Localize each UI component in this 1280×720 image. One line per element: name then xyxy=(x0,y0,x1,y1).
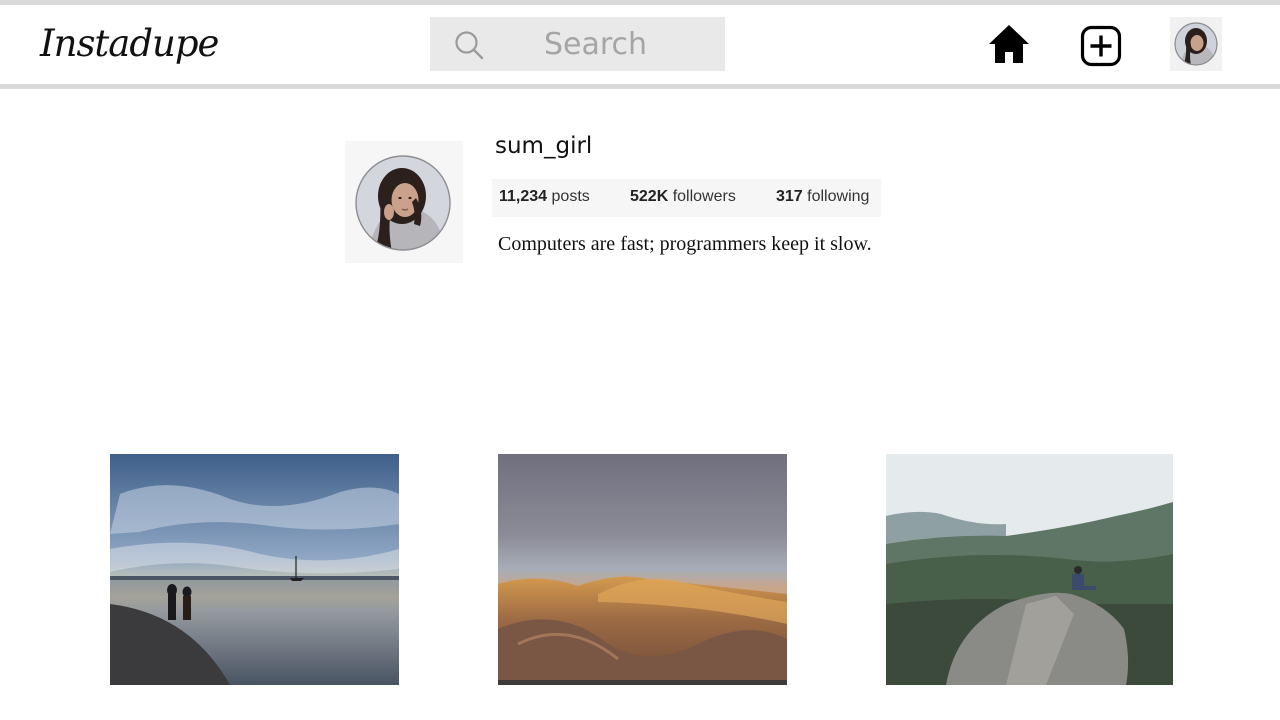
stat-posts[interactable]: 11,234 posts xyxy=(499,188,590,206)
home-icon[interactable] xyxy=(985,21,1033,67)
profile-picture[interactable] xyxy=(345,141,463,263)
posts-count: 11,234 xyxy=(499,188,548,205)
instadupe-logo[interactable]: Instadupe xyxy=(40,18,219,70)
stat-following[interactable]: 317 following xyxy=(776,188,869,206)
followers-count: 522K xyxy=(630,188,669,205)
post-thumbnail-beach[interactable] xyxy=(110,454,399,685)
profile-bio: Computers are fast; programmers keep it … xyxy=(498,233,872,255)
profile-stats: 11,234 posts 522K followers 317 followin… xyxy=(492,179,881,217)
add-post-icon[interactable] xyxy=(1080,25,1122,67)
post-image xyxy=(498,454,787,685)
post-image xyxy=(886,454,1173,685)
top-divider xyxy=(0,0,1280,5)
post-thumbnail-desert[interactable] xyxy=(498,454,787,685)
stat-followers[interactable]: 522K followers xyxy=(630,188,736,206)
profile-avatar-button[interactable] xyxy=(1170,17,1222,71)
search-input[interactable] xyxy=(500,17,715,71)
avatar xyxy=(1174,22,1218,66)
followers-label: followers xyxy=(672,188,736,205)
posts-label: posts xyxy=(551,188,590,205)
profile-username: sum_girl xyxy=(495,133,593,159)
post-thumbnail-valley[interactable] xyxy=(886,454,1173,685)
search-bar[interactable] xyxy=(430,17,725,71)
header-divider xyxy=(0,84,1280,89)
search-icon xyxy=(455,31,484,60)
post-image xyxy=(110,454,399,685)
following-count: 317 xyxy=(776,188,803,205)
following-label: following xyxy=(807,188,870,205)
avatar xyxy=(355,155,451,251)
